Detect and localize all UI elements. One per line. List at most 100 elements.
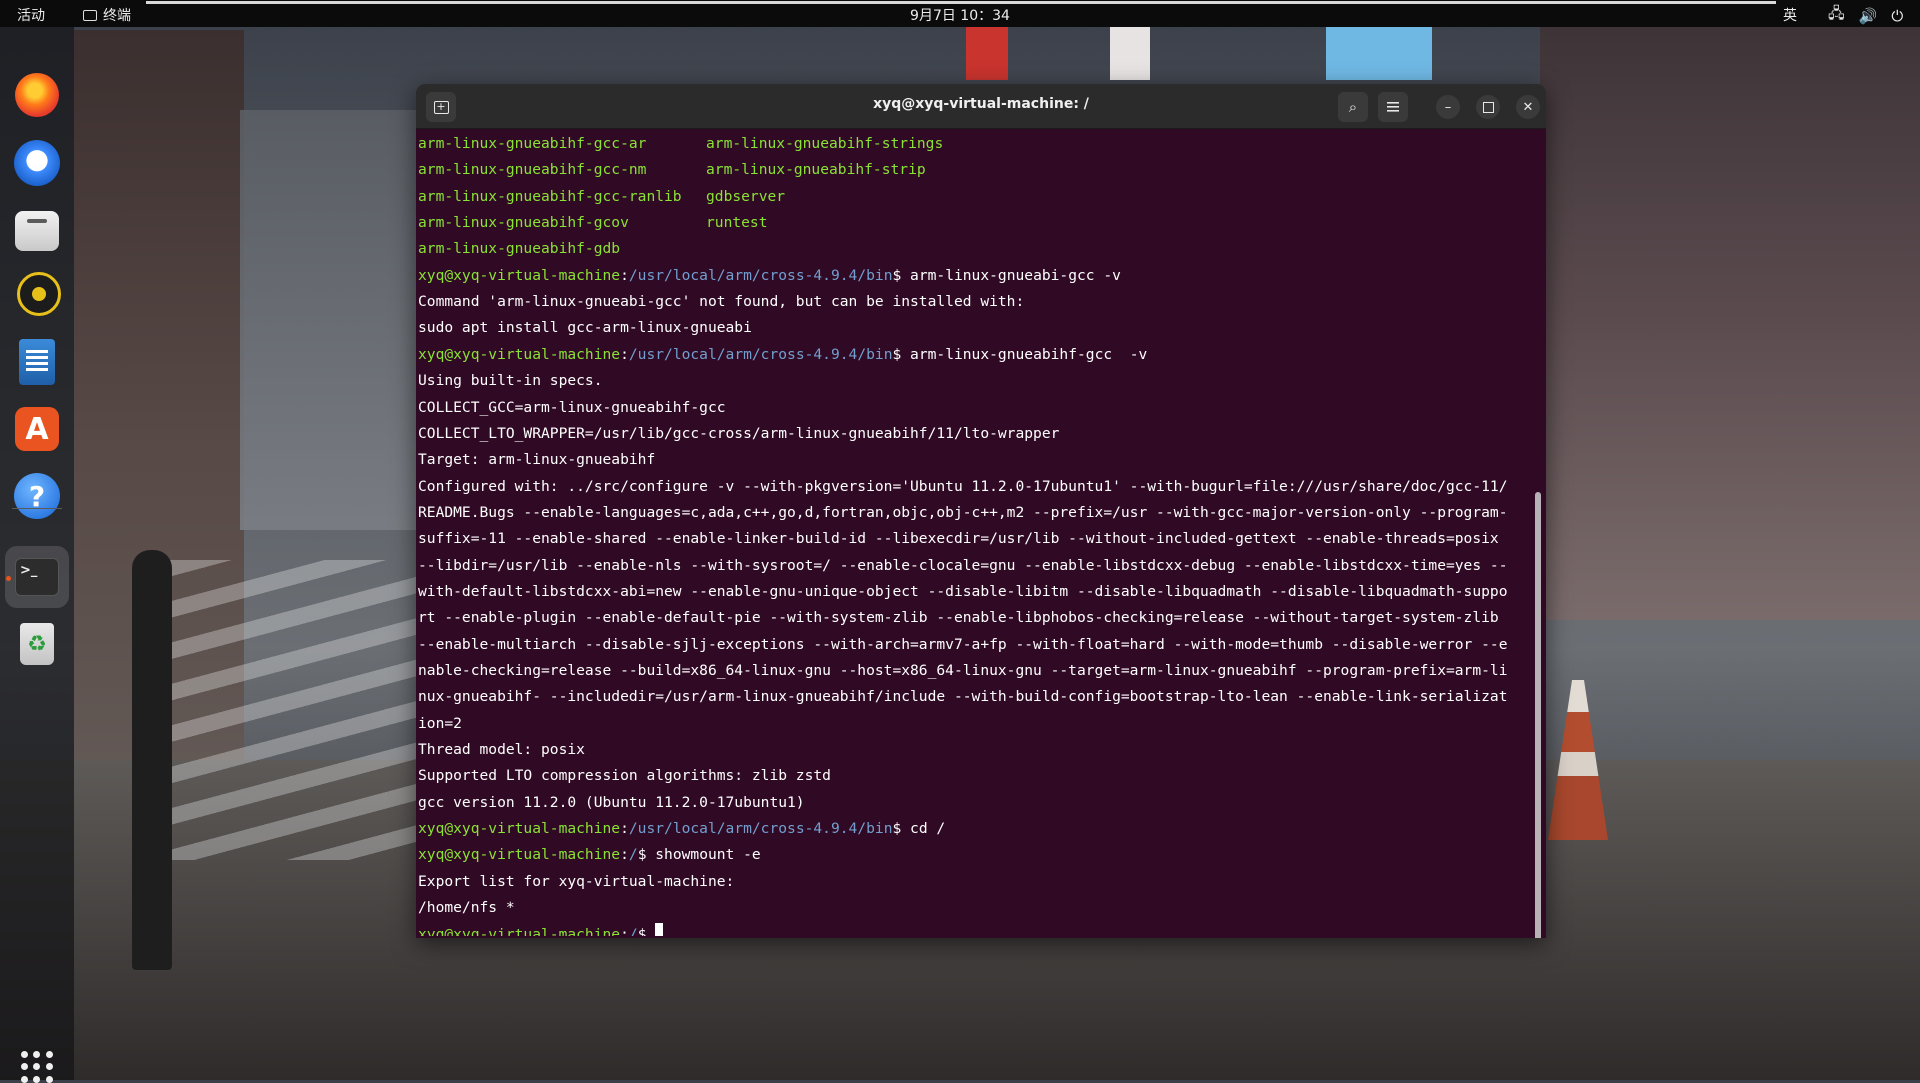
music-icon[interactable]: [17, 272, 61, 316]
firefox-icon[interactable]: [15, 73, 59, 117]
terminal-line: Configured with: ../src/configure -v --w…: [418, 474, 1508, 500]
close-icon: ✕: [1522, 99, 1534, 115]
minimize-icon: –: [1444, 99, 1452, 115]
clock[interactable]: 9月7日 10：34: [0, 5, 1920, 25]
scrollbar[interactable]: [1535, 492, 1541, 938]
terminal-line: Thread model: posix: [418, 737, 585, 763]
help-icon[interactable]: ?: [14, 473, 60, 519]
terminal-prompt-line: xyq@xyq-virtual-machine:/usr/local/arm/c…: [418, 342, 1147, 368]
window-title: xyq@xyq-virtual-machine: /: [873, 96, 1089, 112]
terminal-prompt-line: xyq@xyq-virtual-machine:/$: [418, 922, 664, 937]
output-text: Export list for xyq-virtual-machine:: [418, 872, 735, 890]
prompt-path: /usr/local/arm/cross-4.9.4/bin: [628, 345, 893, 363]
file-name: arm-linux-gnueabihf-gdb: [418, 240, 621, 258]
terminal-output[interactable]: arm-linux-gnueabihf-gcc-ar arm-linux-gnue…: [418, 130, 1534, 936]
file-name: arm-linux-gnueabihf-strings: [706, 135, 944, 152]
output-text: --enable-multiarch --disable-sjlj-except…: [418, 635, 1508, 653]
terminal-line: Supported LTO compression algorithms: zl…: [418, 763, 831, 789]
notification-bar: [146, 1, 1776, 4]
terminal-line: arm-linux-gnueabihf-gcov runtest: [418, 210, 768, 236]
output-text: Thread model: posix: [418, 741, 585, 759]
prompt-user: xyq@xyq-virtual-machine: [418, 925, 621, 937]
terminal-line: rt --enable-plugin --enable-default-pie …: [418, 605, 1499, 631]
prompt-user: xyq@xyq-virtual-machine: [418, 266, 621, 284]
wallpaper-building: [240, 110, 420, 530]
close-button[interactable]: ✕: [1516, 95, 1540, 119]
prompt-separator: :: [620, 925, 629, 937]
search-icon: ⌕: [1348, 98, 1358, 116]
output-text: nux-gnueabihf- --includedir=/usr/arm-lin…: [418, 688, 1508, 706]
wallpaper-sign: [1110, 22, 1150, 80]
prompt-path: /usr/local/arm/cross-4.9.4/bin: [628, 820, 893, 838]
prompt-path: /: [628, 925, 638, 937]
terminal-line: arm-linux-gnueabihf-gcc-nm arm-linux-gnue…: [418, 157, 926, 183]
document-icon[interactable]: [19, 339, 55, 385]
output-text: nable-checking=release --build=x86_64-li…: [418, 662, 1508, 679]
dock-separator: [12, 508, 62, 509]
folder-icon[interactable]: [15, 211, 59, 251]
wallpaper-building: [1540, 0, 1920, 620]
terminal-line: sudo apt install gcc-arm-linux-gnueabi: [418, 315, 752, 341]
search-button[interactable]: ⌕: [1338, 92, 1368, 122]
terminal-line: nux-gnueabihf- --includedir=/usr/arm-lin…: [418, 684, 1508, 710]
prompt-separator: :: [620, 266, 629, 284]
top-bar: 活动 终端 9月7日 10：34 英 🖧 🔊 ⏻: [0, 0, 1920, 27]
menu-button[interactable]: [1378, 92, 1408, 122]
terminal-line: arm-linux-gnueabihf-gcc-ar arm-linux-gnue…: [418, 131, 943, 157]
prompt-path: /: [628, 846, 638, 864]
prompt-user: xyq@xyq-virtual-machine: [418, 846, 621, 864]
wallpaper-post: [132, 550, 172, 970]
dock: A ? >_ ♻: [0, 27, 74, 1083]
prompt-user: xyq@xyq-virtual-machine: [418, 345, 621, 363]
system-menu[interactable]: 🖧 🔊 ⏻: [1828, 3, 1903, 28]
title-bar[interactable]: + xyq@xyq-virtual-machine: / ⌕ – ✕: [416, 84, 1546, 129]
terminal-line: --enable-multiarch --disable-sjlj-except…: [418, 632, 1508, 658]
command-text: $ showmount -e: [637, 846, 761, 864]
file-name: arm-linux-gnueabihf-strip: [706, 161, 926, 179]
terminal-line: Target: arm-linux-gnueabihf: [418, 447, 655, 473]
file-name: arm-linux-gnueabihf-gcov: [418, 214, 629, 232]
output-text: README.Bugs --enable-languages=c,ada,c++…: [418, 503, 1508, 521]
output-text: suffix=-11 --enable-shared --enable-link…: [418, 530, 1499, 548]
prompt-separator: :: [620, 820, 629, 838]
command-text: $ arm-linux-gnueabihf-gcc -v: [892, 345, 1148, 363]
terminal-line: /home/nfs *: [418, 895, 515, 921]
running-indicator: [6, 576, 11, 581]
minimize-button[interactable]: –: [1436, 95, 1460, 119]
terminal-line: Export list for xyq-virtual-machine:: [418, 869, 734, 895]
wallpaper-crosswalk: [170, 560, 430, 860]
command-text: $ cd /: [892, 820, 946, 838]
terminal-icon[interactable]: >_: [15, 558, 59, 596]
terminal-line: suffix=-11 --enable-shared --enable-link…: [418, 526, 1499, 552]
output-text: COLLECT_LTO_WRAPPER=/usr/lib/gcc-cross/a…: [418, 424, 1060, 442]
output-text: sudo apt install gcc-arm-linux-gnueabi: [418, 319, 752, 337]
text-cursor: [655, 923, 664, 936]
power-icon: ⏻: [1891, 6, 1904, 25]
maximize-icon: [1482, 101, 1494, 113]
terminal-line: README.Bugs --enable-languages=c,ada,c++…: [418, 500, 1508, 526]
command-text: $: [637, 925, 656, 937]
hamburger-icon: [1387, 102, 1399, 112]
grid-icon[interactable]: [21, 1051, 53, 1083]
input-method-indicator[interactable]: 英: [1783, 5, 1797, 25]
terminal-line: Using built-in specs.: [418, 368, 603, 394]
output-text: --libdir=/usr/lib --enable-nls --with-sy…: [418, 556, 1508, 574]
volume-icon: 🔊: [1858, 6, 1878, 25]
prompt-separator: :: [620, 345, 629, 363]
mail-icon[interactable]: [14, 140, 60, 186]
wallpaper-sign: [1326, 22, 1432, 80]
terminal-line: arm-linux-gnueabihf-gcc-ranlib gdbserver: [418, 184, 785, 210]
prompt-user: xyq@xyq-virtual-machine: [418, 820, 621, 838]
terminal-prompt-line: xyq@xyq-virtual-machine:/usr/local/arm/c…: [418, 263, 1121, 289]
command-text: $ arm-linux-gnueabi-gcc -v: [892, 266, 1121, 284]
maximize-button[interactable]: [1476, 95, 1500, 119]
recycle-icon[interactable]: ♻: [20, 623, 54, 665]
output-text: gcc version 11.2.0 (Ubuntu 11.2.0-17ubun…: [418, 793, 805, 811]
terminal-line: with-default-libstdcxx-abi=new --enable-…: [418, 579, 1508, 605]
terminal-line: COLLECT_LTO_WRAPPER=/usr/lib/gcc-cross/a…: [418, 421, 1059, 447]
output-text: Target: arm-linux-gnueabihf: [418, 451, 656, 469]
output-text: /home/nfs *: [418, 899, 515, 917]
store-icon[interactable]: A: [15, 407, 59, 451]
output-text: Supported LTO compression algorithms: zl…: [418, 767, 831, 785]
output-text: rt --enable-plugin --enable-default-pie …: [418, 609, 1499, 627]
